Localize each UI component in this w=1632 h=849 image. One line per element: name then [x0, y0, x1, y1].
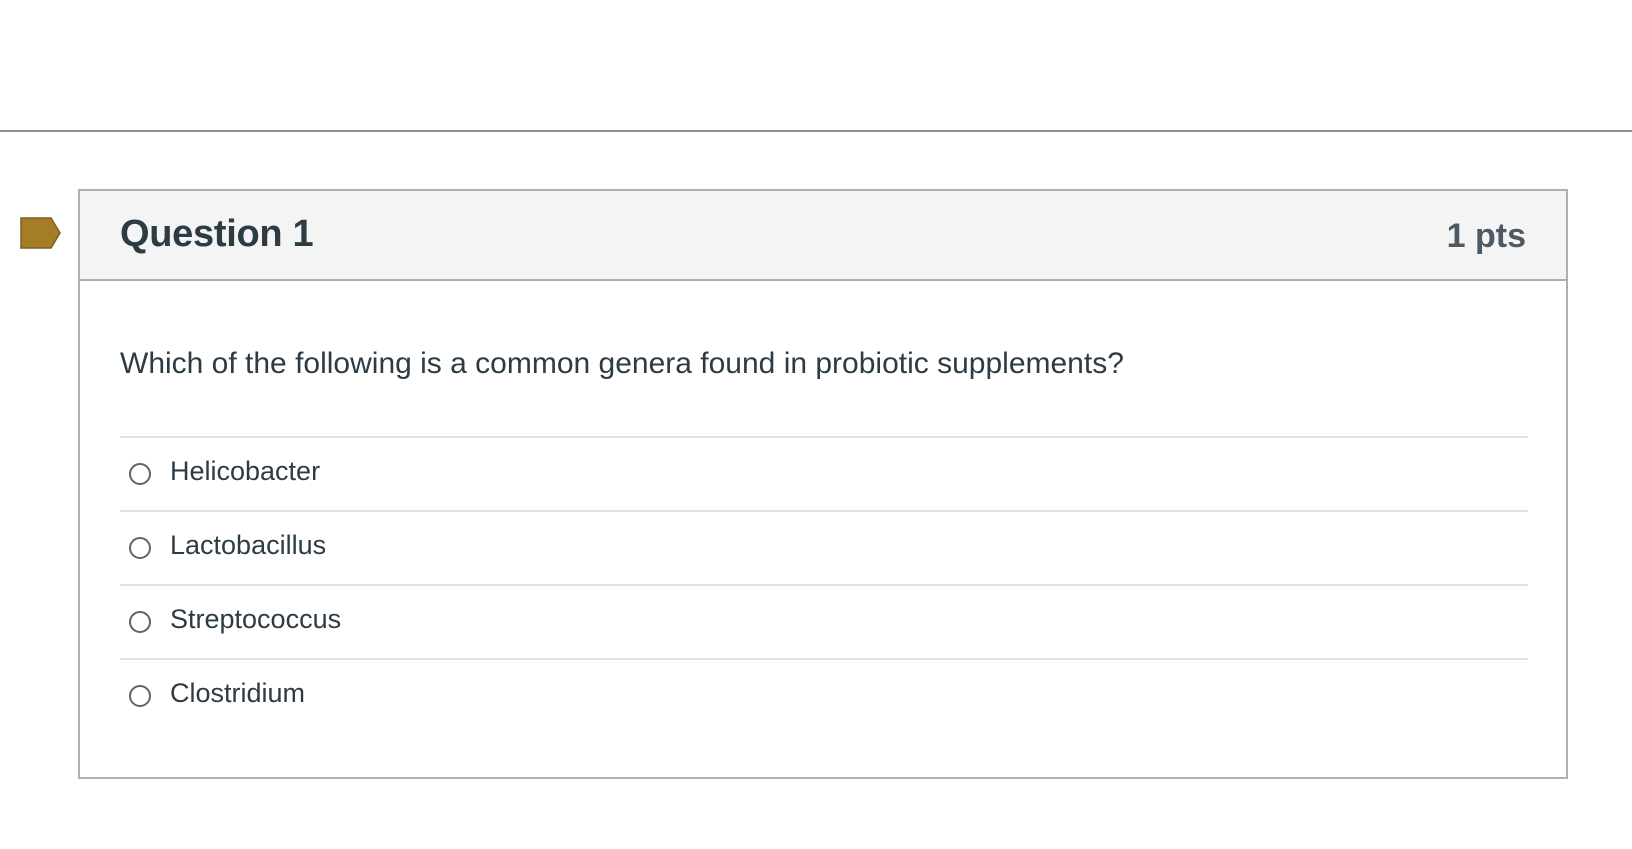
- radio-button[interactable]: [129, 463, 151, 485]
- question-card: Question 1 1 pts Which of the following …: [78, 189, 1568, 779]
- question-title: Question 1: [120, 213, 314, 255]
- question-text: Which of the following is a common gener…: [120, 347, 1124, 380]
- radio-button[interactable]: [129, 685, 151, 707]
- question-header: Question 1 1 pts: [80, 191, 1566, 281]
- answer-label[interactable]: Helicobacter: [170, 456, 320, 487]
- answer-label[interactable]: Clostridium: [170, 678, 305, 709]
- answer-list: Helicobacter Lactobacillus Streptococcus…: [120, 436, 1528, 732]
- answer-label[interactable]: Streptococcus: [170, 604, 341, 635]
- answer-option[interactable]: Lactobacillus: [120, 510, 1528, 584]
- flag-question-icon[interactable]: [20, 217, 62, 249]
- question-points: 1 pts: [1446, 217, 1526, 255]
- radio-button[interactable]: [129, 611, 151, 633]
- top-divider: [0, 130, 1632, 132]
- answer-label[interactable]: Lactobacillus: [170, 530, 326, 561]
- answer-option[interactable]: Streptococcus: [120, 584, 1528, 658]
- answer-option[interactable]: Clostridium: [120, 658, 1528, 732]
- radio-button[interactable]: [129, 537, 151, 559]
- answer-option[interactable]: Helicobacter: [120, 436, 1528, 510]
